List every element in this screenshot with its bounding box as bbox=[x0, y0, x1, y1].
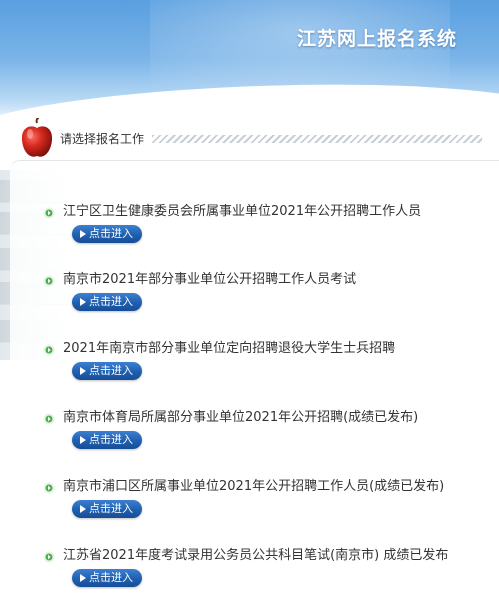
item-title: 2021年南京市部分事业单位定向招聘退役大学生士兵招聘 bbox=[63, 341, 396, 356]
item-title: 南京市2021年部分事业单位公开招聘工作人员考试 bbox=[63, 272, 357, 287]
enter-button[interactable]: 点击进入 bbox=[72, 225, 142, 243]
item-title: 南京市浦口区所属事业单位2021年公开招聘工作人员(成绩已发布) bbox=[63, 479, 445, 494]
enter-button[interactable]: 点击进入 bbox=[72, 569, 142, 587]
play-icon bbox=[80, 574, 86, 582]
green-bullet-icon bbox=[43, 207, 55, 219]
site-title: 江苏网上报名系统 bbox=[296, 28, 457, 50]
list-item: 江苏省2021年度考试录用公务员公共科目笔试(南京市) 成绩已发布 点击进入 bbox=[10, 547, 499, 607]
section-header: 请选择报名工作 bbox=[60, 130, 483, 147]
list-item: 南京市浦口区所属事业单位2021年公开招聘工作人员(成绩已发布) 点击进入 bbox=[10, 478, 499, 538]
section-divider bbox=[152, 134, 483, 143]
play-icon bbox=[80, 367, 86, 375]
apple-icon bbox=[21, 118, 53, 157]
enter-button[interactable]: 点击进入 bbox=[72, 431, 142, 449]
play-icon bbox=[80, 298, 86, 306]
enter-button-label: 点击进入 bbox=[89, 571, 133, 584]
list-item: 江宁区卫生健康委员会所属事业单位2021年公开招聘工作人员 点击进入 bbox=[10, 203, 499, 263]
header-banner: 江苏网上报名系统 bbox=[0, 0, 499, 118]
enter-button[interactable]: 点击进入 bbox=[72, 362, 142, 380]
green-bullet-icon bbox=[43, 413, 55, 425]
enter-button[interactable]: 点击进入 bbox=[72, 293, 142, 311]
green-bullet-icon bbox=[43, 275, 55, 287]
green-bullet-icon bbox=[43, 482, 55, 494]
enter-button-label: 点击进入 bbox=[89, 433, 133, 446]
item-title: 南京市体育局所属部分事业单位2021年公开招聘(成绩已发布) bbox=[63, 410, 419, 425]
list-item: 南京市2021年部分事业单位公开招聘工作人员考试 点击进入 bbox=[10, 271, 499, 331]
play-icon bbox=[80, 505, 86, 513]
green-bullet-icon bbox=[43, 551, 55, 563]
enter-button-label: 点击进入 bbox=[89, 295, 133, 308]
play-icon bbox=[80, 436, 86, 444]
enter-button-label: 点击进入 bbox=[89, 227, 133, 240]
list-item: 南京市体育局所属部分事业单位2021年公开招聘(成绩已发布) 点击进入 bbox=[10, 409, 499, 469]
enter-button-label: 点击进入 bbox=[89, 364, 133, 377]
item-title: 江苏省2021年度考试录用公务员公共科目笔试(南京市) 成绩已发布 bbox=[63, 548, 449, 563]
green-bullet-icon bbox=[43, 344, 55, 356]
enter-button-label: 点击进入 bbox=[89, 502, 133, 515]
section-title: 请选择报名工作 bbox=[60, 132, 145, 146]
item-title: 江宁区卫生健康委员会所属事业单位2021年公开招聘工作人员 bbox=[63, 204, 422, 219]
list-item: 2021年南京市部分事业单位定向招聘退役大学生士兵招聘 点击进入 bbox=[10, 340, 499, 400]
enter-button[interactable]: 点击进入 bbox=[72, 500, 142, 518]
item-list-panel: 江宁区卫生健康委员会所属事业单位2021年公开招聘工作人员 点击进入 南京市20… bbox=[10, 160, 499, 596]
play-icon bbox=[80, 230, 86, 238]
